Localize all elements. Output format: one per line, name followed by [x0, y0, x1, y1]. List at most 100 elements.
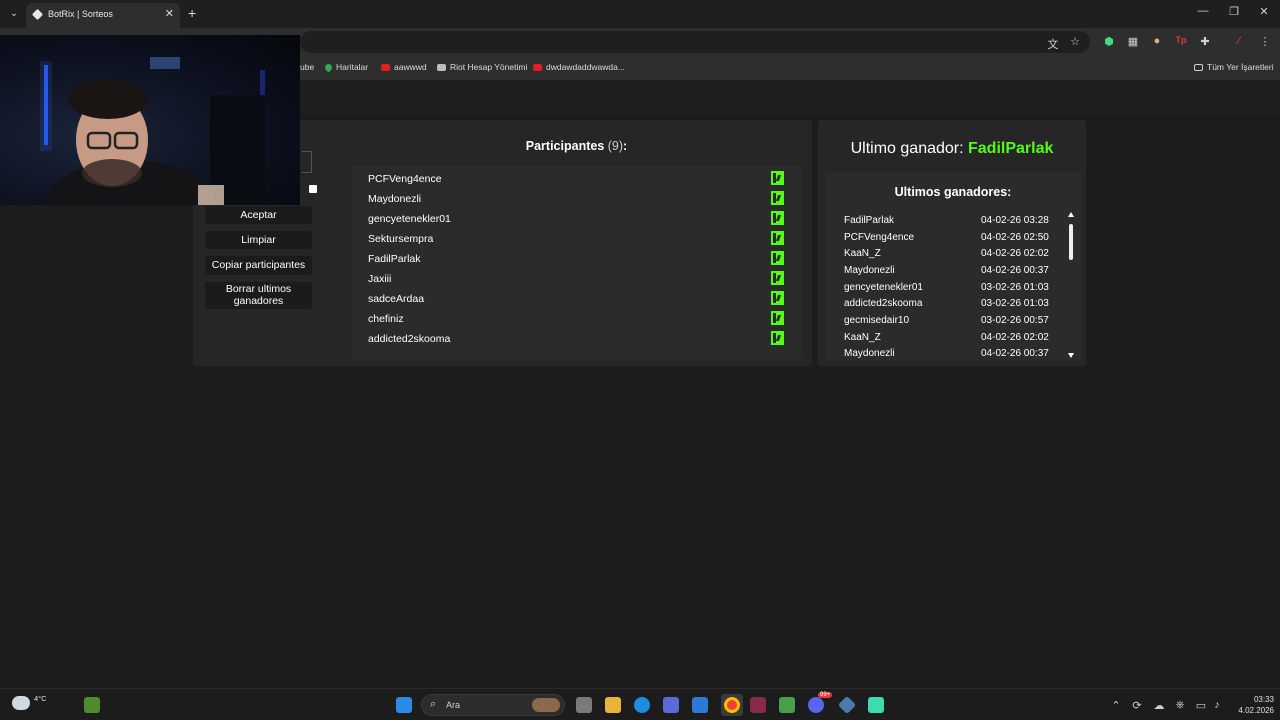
- scroll-down-arrow-icon[interactable]: [1068, 353, 1074, 358]
- volume-icon[interactable]: ♪: [1210, 699, 1224, 711]
- taskbar-search[interactable]: ⌕ Ara: [421, 694, 565, 716]
- participant-row[interactable]: sadceArdaa: [368, 288, 788, 308]
- all-bookmarks-folder[interactable]: Tüm Yer İşaretleri: [1194, 62, 1274, 72]
- participant-row[interactable]: FadilParlak: [368, 248, 788, 268]
- microphone-icon[interactable]: ⎈: [1173, 699, 1187, 712]
- network-icon[interactable]: ▭: [1194, 699, 1208, 712]
- participant-row[interactable]: Maydonezli: [368, 188, 788, 208]
- windows-start-icon[interactable]: [396, 697, 412, 713]
- giveaway-keyword-input[interactable]: [302, 151, 312, 173]
- winner-date: 04-02-26 00:37: [981, 265, 1049, 276]
- participant-row[interactable]: Jaxiii: [368, 268, 788, 288]
- winner-name: Maydonezli: [844, 265, 895, 276]
- winner-row: PCFVeng4ence 04-02-26 02:50: [844, 232, 1054, 248]
- copy-participants-button[interactable]: Copiar participantes: [205, 256, 312, 275]
- webcam-scene: [40, 57, 265, 205]
- participant-row[interactable]: gencyetenekler01: [368, 208, 788, 228]
- clear-button[interactable]: Limpiar: [205, 231, 312, 249]
- participant-name: PCFVeng4ence: [368, 173, 442, 185]
- new-tab-button[interactable]: +: [188, 5, 196, 21]
- menu-kebab-icon[interactable]: ⋮: [1258, 35, 1272, 48]
- edge-icon[interactable]: [634, 697, 650, 713]
- shield-extension-icon[interactable]: ⬢: [1102, 35, 1116, 48]
- winner-row: addicted2skooma 03-02-26 01:03: [844, 298, 1054, 314]
- tab-title: BotRix | Sorteos: [48, 9, 113, 19]
- extensions-puzzle-icon[interactable]: ✚: [1198, 35, 1212, 48]
- participant-row[interactable]: PCFVeng4ence: [368, 168, 788, 188]
- accept-button[interactable]: Aceptar: [205, 206, 312, 224]
- close-window-button[interactable]: ✕: [1256, 5, 1272, 18]
- giveaway-option-checkbox[interactable]: [309, 185, 317, 193]
- mail-icon[interactable]: [692, 697, 708, 713]
- bookmark-item[interactable]: aawwwd: [381, 62, 427, 72]
- chrome-icon[interactable]: [724, 697, 740, 713]
- app-icon-diamond[interactable]: [837, 695, 857, 715]
- onedrive-cloud-icon[interactable]: ☁: [1152, 699, 1166, 712]
- app-icon-teal[interactable]: [868, 697, 884, 713]
- minimize-window-button[interactable]: —: [1195, 5, 1211, 17]
- kick-platform-icon: [771, 191, 784, 205]
- maximize-window-button[interactable]: ❐: [1226, 5, 1242, 18]
- tab-search-dropdown-icon[interactable]: ⌄: [6, 6, 22, 22]
- address-bar[interactable]: 文 ☆: [300, 31, 1090, 53]
- winner-date: 04-02-26 02:02: [981, 332, 1049, 343]
- tp-extension-icon[interactable]: Tp: [1174, 35, 1188, 45]
- riot-icon: [437, 64, 446, 71]
- last-winners-list: Ultimos ganadores: FadilParlak 04-02-26 0…: [825, 172, 1081, 360]
- search-label: Ara: [446, 700, 461, 710]
- last-winner-heading: Ultimo ganador: FadilParlak: [818, 140, 1086, 158]
- clear-last-winners-label-line1: Borrar ultimos: [225, 283, 292, 295]
- bookmark-star-icon[interactable]: ☆: [1068, 35, 1082, 48]
- bookmark-item[interactable]: ube: [300, 62, 314, 72]
- last-winner-label: Ultimo ganador:: [850, 140, 968, 157]
- windows-taskbar: 4°C ⌕ Ara 99+ ⌃ ⟳ ☁ ⎈ ▭ ♪ 03:33 4.02.202…: [0, 688, 1280, 720]
- profile-icon[interactable]: ⁄: [1232, 35, 1246, 47]
- bookmark-item[interactable]: Riot Hesap Yönetimi: [437, 62, 527, 72]
- participant-row[interactable]: Sektursempra: [368, 228, 788, 248]
- store-icon[interactable]: [663, 697, 679, 713]
- winner-date: 04-02-26 03:28: [981, 215, 1049, 226]
- clear-last-winners-button[interactable]: Borrar ultimos ganadores: [205, 282, 312, 309]
- scroll-up-arrow-icon[interactable]: [1068, 212, 1074, 217]
- file-explorer-icon[interactable]: [605, 697, 621, 713]
- winner-row: Maydonezli 04-02-26 00:37: [844, 348, 1054, 360]
- scroll-thumb[interactable]: [1069, 224, 1073, 260]
- bookmark-item[interactable]: Haritalar: [323, 62, 368, 73]
- streamer-webcam-overlay: [0, 35, 300, 205]
- participant-row[interactable]: addicted2skooma: [368, 328, 788, 348]
- winners-scrollbar[interactable]: [1067, 212, 1077, 358]
- tab-close-icon[interactable]: ✕: [165, 7, 174, 20]
- search-icon: ⌕: [430, 698, 437, 710]
- tab-botrix-sorteos[interactable]: BotRix | Sorteos ✕: [26, 3, 180, 28]
- winner-date: 03-02-26 01:03: [981, 282, 1049, 293]
- participants-list: PCFVeng4ence Maydonezli gencyetenekler01…: [352, 166, 801, 360]
- vegas-icon[interactable]: [750, 697, 766, 713]
- system-clock[interactable]: 03:33 4.02.2026: [1226, 694, 1274, 716]
- translate-icon[interactable]: 文: [1046, 36, 1060, 52]
- clear-last-winners-label-line2: ganadores: [233, 295, 284, 307]
- tray-chevron-up-icon[interactable]: ⌃: [1109, 699, 1123, 712]
- winner-name: KaaN_Z: [844, 248, 881, 259]
- avatar-extension-icon[interactable]: ●: [1150, 35, 1164, 47]
- participant-name: chefiniz: [368, 313, 404, 325]
- app-icon-green[interactable]: [779, 697, 795, 713]
- minecraft-icon[interactable]: [84, 697, 100, 713]
- winner-row: Maydonezli 04-02-26 00:37: [844, 265, 1054, 281]
- clock-time: 03:33: [1253, 695, 1274, 704]
- sync-icon[interactable]: ⟳: [1130, 699, 1144, 712]
- participant-row[interactable]: chefiniz: [368, 308, 788, 328]
- task-view-icon[interactable]: [576, 697, 592, 713]
- kick-platform-icon: [771, 171, 784, 185]
- winner-name: FadilParlak: [844, 215, 895, 226]
- winner-name: gecmisedair10: [844, 315, 910, 326]
- kick-platform-icon: [771, 291, 784, 305]
- extension-icon-2[interactable]: ▦: [1126, 35, 1140, 48]
- kick-platform-icon: [771, 311, 784, 325]
- weather-cloud-icon[interactable]: [12, 696, 30, 710]
- bookmark-item[interactable]: dwdawdaddwawda...: [533, 62, 625, 72]
- kick-platform-icon: [771, 231, 784, 245]
- participant-name: gencyetenekler01: [368, 213, 451, 225]
- participant-name: Sektursempra: [368, 233, 434, 245]
- discord-icon[interactable]: [808, 697, 824, 713]
- winner-date: 04-02-26 02:50: [981, 232, 1049, 243]
